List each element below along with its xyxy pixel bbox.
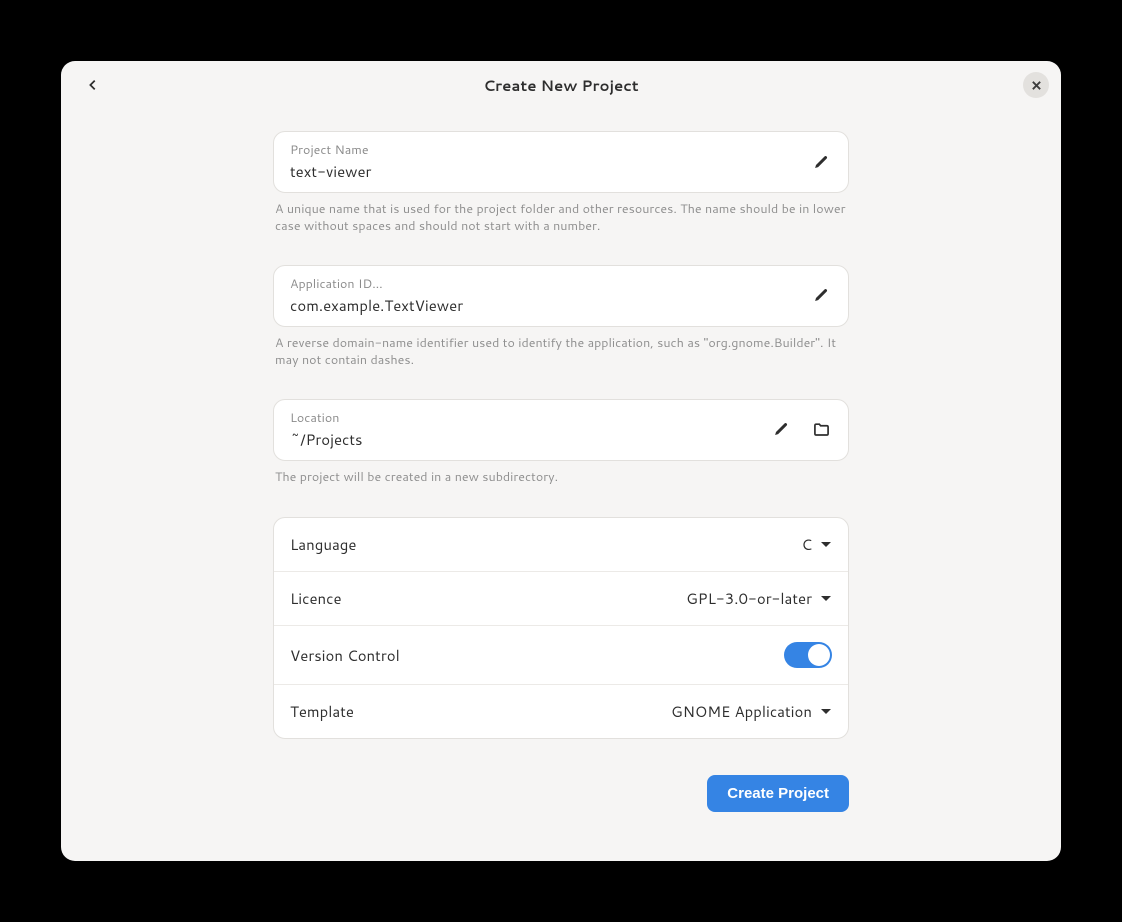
template-label: Template: [290, 701, 354, 722]
template-dropdown[interactable]: GNOME Application: [671, 701, 832, 722]
location-label: Location: [290, 409, 770, 427]
pencil-icon: [813, 287, 829, 303]
project-name-hint: A unique name that is used for the proje…: [273, 201, 849, 235]
pencil-icon: [813, 154, 829, 170]
location-main: Location ~/Projects: [290, 409, 770, 450]
options-group: Language C Licence GPL-3.0-or-later: [273, 517, 849, 739]
chevron-down-icon: [820, 594, 832, 604]
header-bar: Create New Project: [61, 61, 1061, 109]
footer: Create Project: [273, 775, 849, 812]
pencil-icon: [773, 421, 789, 437]
page-title: Create New Project: [483, 75, 638, 96]
edit-location-button[interactable]: [770, 418, 792, 440]
licence-dropdown[interactable]: GPL-3.0-or-later: [686, 588, 832, 609]
edit-app-id-button[interactable]: [810, 284, 832, 306]
back-button[interactable]: [79, 71, 107, 99]
project-name-field[interactable]: Project Name text-viewer: [273, 131, 849, 193]
licence-row[interactable]: Licence GPL-3.0-or-later: [274, 572, 848, 626]
language-dropdown[interactable]: C: [801, 534, 832, 555]
language-label: Language: [290, 534, 357, 555]
chevron-down-icon: [820, 540, 832, 550]
close-icon: [1031, 80, 1042, 91]
folder-icon: [813, 421, 830, 438]
switch-knob: [808, 644, 830, 666]
content-area: Project Name text-viewer A unique name t…: [61, 109, 1061, 812]
version-control-label: Version Control: [290, 645, 400, 666]
chevron-left-icon: [86, 78, 100, 92]
app-id-hint: A reverse domain-name identifier used to…: [273, 335, 849, 369]
template-value: GNOME Application: [671, 701, 812, 722]
template-row[interactable]: Template GNOME Application: [274, 685, 848, 738]
location-value: ~/Projects: [290, 429, 770, 450]
app-id-value: com.example.TextViewer: [290, 295, 810, 316]
project-name-value: text-viewer: [290, 161, 810, 182]
app-id-field[interactable]: Application ID… com.example.TextViewer: [273, 265, 849, 327]
version-control-switch[interactable]: [784, 642, 832, 668]
project-name-label: Project Name: [290, 141, 810, 159]
close-button[interactable]: [1023, 72, 1049, 98]
language-value: C: [801, 534, 812, 555]
edit-project-name-button[interactable]: [810, 151, 832, 173]
chevron-down-icon: [820, 707, 832, 717]
location-hint: The project will be created in a new sub…: [273, 469, 849, 486]
location-field[interactable]: Location ~/Projects: [273, 399, 849, 461]
licence-label: Licence: [290, 588, 342, 609]
create-project-window: Create New Project Project Name text-vie…: [61, 61, 1061, 861]
project-name-main: Project Name text-viewer: [290, 141, 810, 182]
app-id-main: Application ID… com.example.TextViewer: [290, 275, 810, 316]
browse-location-button[interactable]: [810, 418, 832, 440]
app-id-label: Application ID…: [290, 275, 810, 293]
create-project-button[interactable]: Create Project: [707, 775, 849, 812]
version-control-row: Version Control: [274, 626, 848, 685]
language-row[interactable]: Language C: [274, 518, 848, 572]
licence-value: GPL-3.0-or-later: [686, 588, 812, 609]
